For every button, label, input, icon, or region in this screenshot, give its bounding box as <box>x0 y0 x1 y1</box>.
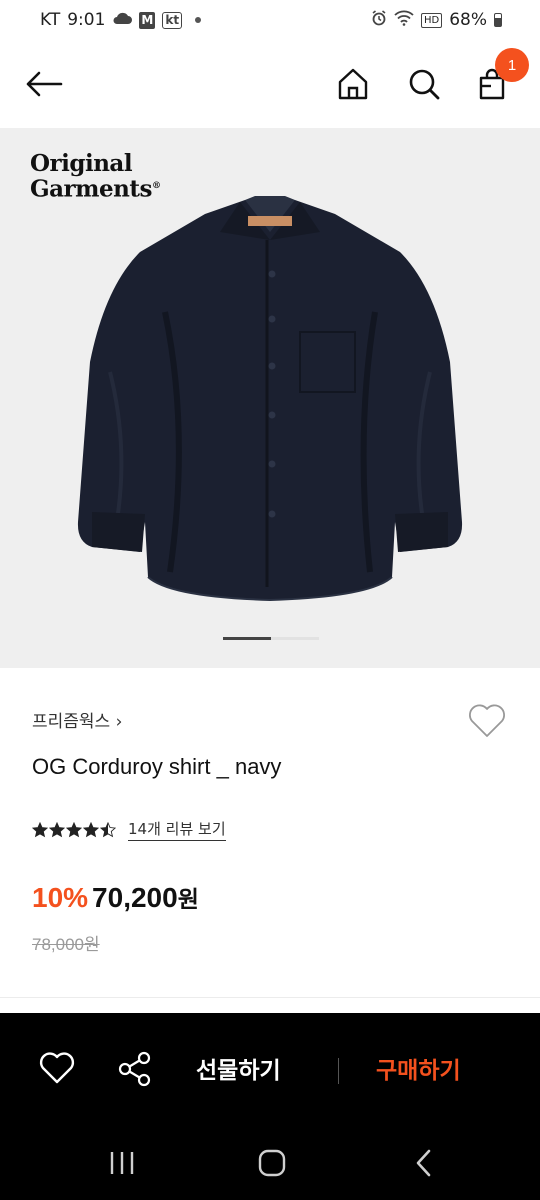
back-button[interactable] <box>22 62 66 106</box>
pager-dot[interactable] <box>271 637 319 640</box>
status-left: KT 9:01 M kt <box>40 10 202 30</box>
rating-row: 14개 리뷰 보기 <box>32 818 226 841</box>
brand-name: 프리즘웍스 <box>32 712 111 732</box>
star-icon <box>83 821 99 837</box>
sale-price: 70,200 <box>92 882 178 913</box>
search-button[interactable] <box>402 62 446 106</box>
cart-count-badge: 1 <box>495 48 529 82</box>
carrier-label: KT <box>40 10 61 30</box>
brand-link[interactable]: 프리즘웍스 › <box>32 707 122 732</box>
back-arrow-icon <box>26 71 63 97</box>
section-divider <box>0 997 540 998</box>
clock: 9:01 <box>67 10 106 30</box>
star-rating <box>32 821 116 838</box>
alarm-icon <box>371 9 387 31</box>
image-pager <box>223 637 319 640</box>
battery-icon <box>494 13 502 27</box>
recent-apps-icon <box>110 1152 134 1174</box>
star-icon <box>32 821 48 837</box>
purchase-action-bar: 선물하기 구매하기 <box>0 1013 540 1125</box>
like-button[interactable] <box>38 1050 76 1086</box>
chevron-right-icon: › <box>115 712 123 732</box>
system-nav-bar <box>0 1125 540 1200</box>
discount-rate: 10% <box>32 882 89 913</box>
home-button[interactable] <box>331 62 375 106</box>
kt-app-icon: kt <box>162 11 183 29</box>
buy-button[interactable]: 구매하기 <box>376 1051 461 1085</box>
system-home-button[interactable] <box>252 1145 292 1181</box>
share-icon <box>118 1051 151 1087</box>
share-button[interactable] <box>116 1050 154 1088</box>
review-link[interactable]: 14개 리뷰 보기 <box>128 818 226 841</box>
app-header: 1 <box>0 40 540 128</box>
hd-voice-icon: HD <box>420 12 443 28</box>
star-icon <box>66 821 82 837</box>
logo-line-1: Original <box>30 150 133 177</box>
recent-apps-button[interactable] <box>102 1145 142 1181</box>
system-back-button[interactable] <box>404 1145 444 1181</box>
price-unit: 원 <box>177 887 199 913</box>
wishlist-button[interactable] <box>466 702 508 742</box>
gmail-m-icon: M <box>139 11 156 29</box>
heart-icon <box>39 1052 75 1084</box>
home-icon <box>338 68 368 100</box>
product-image-carousel[interactable]: Original Garments® <box>0 128 540 668</box>
back-chevron-icon <box>416 1149 431 1177</box>
search-icon <box>409 69 440 100</box>
gift-button[interactable]: 선물하기 <box>196 1051 281 1085</box>
price-row: 10% 70,200 원 <box>32 880 199 914</box>
original-price: 78,000원 <box>32 935 100 954</box>
wifi-icon <box>394 10 414 31</box>
shirt-image <box>77 196 463 602</box>
cloud-icon <box>112 10 133 30</box>
notification-dot-icon <box>195 17 202 23</box>
status-bar: KT 9:01 M kt HD 68% <box>0 0 540 40</box>
action-divider <box>338 1058 339 1084</box>
home-circle-icon <box>258 1149 286 1177</box>
star-icon <box>49 821 65 837</box>
product-name: OG Corduroy shirt _ navy <box>32 754 282 779</box>
pager-dot-active[interactable] <box>223 637 271 640</box>
heart-outline-icon <box>469 704 505 737</box>
star-icon <box>100 821 116 837</box>
battery-label: 68% <box>449 10 487 30</box>
registered-mark: ® <box>151 181 161 191</box>
status-right: HD 68% <box>371 9 502 31</box>
